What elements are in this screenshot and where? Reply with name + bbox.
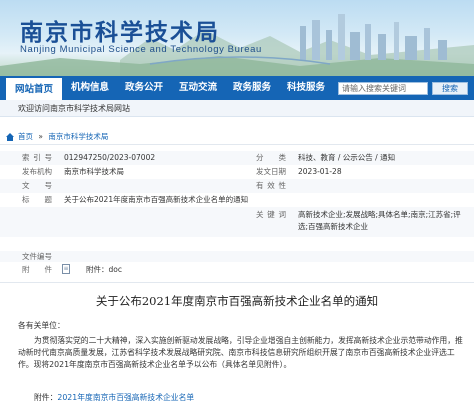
attachment-link[interactable]: 附件：doc (86, 263, 122, 276)
document-icon: ≡ (62, 264, 70, 274)
nav-home[interactable]: 网站首页 (6, 76, 62, 100)
nav-tech-services[interactable]: 科技服务 (280, 76, 332, 100)
attachment-label: 附件 (22, 265, 52, 274)
keywords-label: 关键词 (256, 210, 286, 219)
header-banner: 南京市科学技术局 Nanjing Municipal Science and T… (0, 0, 474, 76)
info-row-docno: 文号 有效性 (0, 179, 474, 194)
nav-institution[interactable]: 机构信息 (64, 76, 116, 100)
document-title: 关于公布2021年度南京市百强高新技术企业名单的通知 (95, 294, 379, 308)
publisher-value: 南京市科学技术局 (64, 167, 124, 176)
info-row-attachment: 附件 ≡ 附件：doc (0, 263, 474, 276)
search-button[interactable]: 搜索 (432, 82, 468, 95)
title-value: 关于公布2021年度南京市百强高新技术企业名单的通知 (64, 195, 249, 204)
welcome-bar: 欢迎访问南京市科学技术局网站 (0, 100, 474, 117)
home-icon (6, 133, 14, 141)
info-row-keywords: 关键词 高新技术企业;发展战略;具体名单;南京;江苏省;评选;百强高新技术企业 (0, 207, 474, 237)
divider (0, 282, 474, 283)
pubno-label: 文件编号 (22, 252, 52, 261)
nav-gov-services[interactable]: 政务服务 (226, 76, 278, 100)
breadcrumb: 首页 » 南京市科学技术局 (0, 130, 474, 145)
attachment-file-link[interactable]: 2021年度南京市百强高新技术企业名单 (57, 393, 194, 402)
info-row-index: 索引号 012947250/2023-07002 分类 科技、教育 / 公示公告… (0, 151, 474, 166)
info-row-pubno: 文件编号 (0, 251, 474, 262)
validity-label: 有效性 (256, 181, 286, 190)
breadcrumb-separator: » (38, 132, 43, 141)
keywords-value: 高新技术企业;发展战略;具体名单;南京;江苏省;评选;百强高新技术企业 (298, 210, 461, 231)
index-value: 012947250/2023-07002 (64, 153, 156, 162)
nav-gov-affairs[interactable]: 政务公开 (118, 76, 170, 100)
document-salutation: 各有关单位： (18, 321, 65, 330)
publisher-label: 发布机构 (22, 167, 52, 176)
breadcrumb-current[interactable]: 南京市科学技术局 (48, 132, 108, 141)
site-title: 南京市科学技术局 (20, 19, 220, 46)
docno-label: 文号 (22, 181, 52, 190)
document-attachment: 附件：2021年度南京市百强高新技术企业名单 (18, 392, 464, 404)
title-label: 标题 (22, 195, 52, 204)
nav-interaction[interactable]: 互动交流 (172, 76, 224, 100)
attachment-prefix: 附件： (34, 393, 58, 402)
category-label: 分类 (256, 153, 286, 162)
document-paragraph: 为贯彻落实党的二十大精神，深入实施创新驱动发展战略，引导企业增强自主创新能力，发… (18, 336, 463, 369)
category-value: 科技、教育 / 公示公告 / 通知 (298, 153, 396, 162)
date-label: 发文日期 (256, 167, 286, 176)
info-row-title: 标题 关于公布2021年度南京市百强高新技术企业名单的通知 (0, 194, 474, 205)
site-title-english: Nanjing Municipal Science and Technology… (20, 44, 262, 55)
breadcrumb-home-link[interactable]: 首页 (18, 132, 33, 141)
search-input[interactable]: 请输入搜索关键词 (338, 82, 428, 95)
index-label: 索引号 (22, 153, 52, 162)
info-row-publisher: 发布机构 南京市科学技术局 发文日期 2023-01-28 (0, 165, 474, 180)
date-value: 2023-01-28 (298, 167, 342, 176)
